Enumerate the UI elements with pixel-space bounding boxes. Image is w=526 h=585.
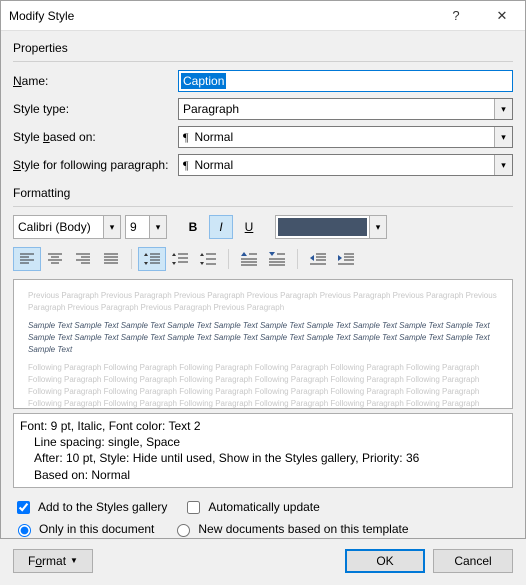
divider bbox=[13, 206, 513, 207]
chevron-down-icon: ▾ bbox=[494, 99, 512, 119]
pilcrow-icon: ¶ bbox=[183, 158, 188, 173]
close-button[interactable]: ✕ bbox=[479, 1, 525, 31]
pilcrow-icon: ¶ bbox=[183, 130, 188, 145]
divider bbox=[13, 61, 513, 62]
auto-update-checkbox[interactable]: Automatically update bbox=[183, 498, 319, 517]
line-spacing-1-button[interactable] bbox=[138, 247, 166, 271]
align-right-button[interactable] bbox=[69, 247, 97, 271]
chevron-down-icon: ▾ bbox=[494, 155, 512, 175]
following-para-combo[interactable]: ¶ Normal ▾ bbox=[178, 154, 513, 176]
name-label: Name: bbox=[13, 74, 178, 88]
chevron-down-icon: ▾ bbox=[494, 127, 512, 147]
chevron-down-icon: ▼ bbox=[70, 556, 78, 565]
following-para-label: Style for following paragraph: bbox=[13, 158, 178, 172]
align-center-button[interactable] bbox=[41, 247, 69, 271]
preview-following-para: Following Paragraph Following Paragraph … bbox=[28, 362, 498, 409]
window-title: Modify Style bbox=[9, 9, 433, 23]
paragraph-toolbar bbox=[13, 247, 513, 271]
increase-indent-button[interactable] bbox=[332, 247, 360, 271]
font-name-combo[interactable]: Calibri (Body) ▾ bbox=[13, 215, 121, 239]
chevron-down-icon: ▾ bbox=[369, 216, 386, 238]
ok-button[interactable]: OK bbox=[345, 549, 425, 573]
font-color-combo[interactable]: ▾ bbox=[275, 215, 387, 239]
chevron-down-icon: ▾ bbox=[149, 216, 166, 238]
style-preview: Previous Paragraph Previous Paragraph Pr… bbox=[13, 279, 513, 409]
properties-heading: Properties bbox=[13, 41, 513, 55]
line-spacing-1-5-button[interactable] bbox=[166, 247, 194, 271]
align-left-button[interactable] bbox=[13, 247, 41, 271]
formatting-heading: Formatting bbox=[13, 186, 513, 200]
new-documents-template-radio[interactable]: New documents based on this template bbox=[172, 521, 408, 537]
modify-style-dialog: Modify Style ? ✕ Properties Name: Captio… bbox=[0, 0, 526, 539]
help-button[interactable]: ? bbox=[433, 1, 479, 31]
underline-button[interactable]: U bbox=[237, 215, 261, 239]
space-before-decrease-button[interactable] bbox=[263, 247, 291, 271]
align-justify-button[interactable] bbox=[97, 247, 125, 271]
style-type-combo[interactable]: Paragraph ▾ bbox=[178, 98, 513, 120]
titlebar: Modify Style ? ✕ bbox=[1, 1, 525, 31]
style-description: Font: 9 pt, Italic, Font color: Text 2 L… bbox=[13, 413, 513, 488]
line-spacing-2-button[interactable] bbox=[194, 247, 222, 271]
based-on-label: Style based on: bbox=[13, 130, 178, 144]
bold-button[interactable]: B bbox=[181, 215, 205, 239]
only-this-document-radio[interactable]: Only in this document bbox=[13, 521, 154, 537]
font-size-combo[interactable]: 9 ▾ bbox=[125, 215, 167, 239]
preview-previous-para: Previous Paragraph Previous Paragraph Pr… bbox=[28, 290, 498, 314]
add-to-gallery-checkbox[interactable]: Add to the Styles gallery bbox=[13, 498, 167, 517]
cancel-button[interactable]: Cancel bbox=[433, 549, 513, 573]
style-type-label: Style type: bbox=[13, 102, 178, 116]
preview-sample-text: Sample Text Sample Text Sample Text Samp… bbox=[28, 320, 498, 356]
color-swatch bbox=[278, 218, 367, 236]
name-input[interactable]: Caption bbox=[178, 70, 513, 92]
chevron-down-icon: ▾ bbox=[103, 216, 120, 238]
space-before-increase-button[interactable] bbox=[235, 247, 263, 271]
decrease-indent-button[interactable] bbox=[304, 247, 332, 271]
based-on-combo[interactable]: ¶ Normal ▾ bbox=[178, 126, 513, 148]
italic-button[interactable]: I bbox=[209, 215, 233, 239]
format-button[interactable]: Format▼ bbox=[13, 549, 93, 573]
